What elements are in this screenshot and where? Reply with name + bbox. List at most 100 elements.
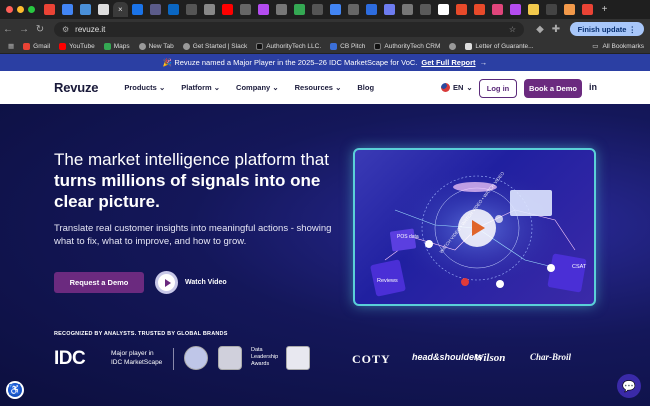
announcement-banner: 🎉 Revuze named a Major Player in the 202… xyxy=(0,54,650,71)
new-tab-button[interactable]: + xyxy=(602,4,608,15)
address-bar[interactable]: ⚙ revuze.it ☆ xyxy=(54,21,524,37)
login-button[interactable]: Log in xyxy=(479,79,517,98)
tab-favicon[interactable] xyxy=(132,4,144,15)
request-demo-button[interactable]: Request a Demo xyxy=(54,272,144,293)
tab-favicon[interactable] xyxy=(240,4,252,15)
bookmark-label: Get Started | Slack xyxy=(192,42,248,50)
hero-subtitle: Translate real customer insights into me… xyxy=(54,223,332,247)
bookmark-gmail[interactable]: Gmail xyxy=(23,42,50,50)
tab-favicon[interactable] xyxy=(312,4,324,15)
tab-close-icon[interactable]: × xyxy=(118,5,123,14)
tab-favicon[interactable] xyxy=(204,4,216,15)
tab-favicon[interactable] xyxy=(564,4,576,15)
tab-favicon[interactable] xyxy=(384,4,396,15)
banner-link[interactable]: Get Full Report xyxy=(421,58,475,67)
coty-logo: COTY xyxy=(352,352,391,366)
watch-video-link[interactable]: Watch Video xyxy=(185,279,227,286)
tab-favicon[interactable] xyxy=(97,4,109,15)
tab-youtube[interactable] xyxy=(222,4,234,15)
tab-favicon[interactable] xyxy=(528,4,540,15)
finish-update-button[interactable]: Finish update ⋮ xyxy=(569,22,644,36)
tab-favicon[interactable] xyxy=(402,4,414,15)
nav-products[interactable]: Products ⌄ xyxy=(124,83,165,92)
zoom-window-button[interactable] xyxy=(28,6,35,13)
divider xyxy=(173,348,174,370)
bookmark-maps[interactable]: Maps xyxy=(103,42,130,50)
award-line: Leadership xyxy=(251,354,279,360)
bookmark-star-icon[interactable]: ☆ xyxy=(509,25,516,34)
tab-favicon[interactable] xyxy=(582,4,594,15)
tab-favicon[interactable] xyxy=(456,4,468,15)
idc-caption: Major player in IDC MarketScape xyxy=(111,350,162,367)
tab-favicon[interactable] xyxy=(474,4,486,15)
tab-favicon[interactable] xyxy=(348,4,360,15)
play-video-button[interactable] xyxy=(155,271,178,294)
nav-resources[interactable]: Resources ⌄ xyxy=(295,83,342,92)
all-bookmarks-button[interactable]: ▭ All Bookmarks xyxy=(592,42,644,51)
idc-logo: IDC xyxy=(54,348,86,369)
tab-favicon[interactable] xyxy=(330,4,342,15)
tab-active-revuze[interactable]: × xyxy=(113,2,128,17)
tab-favicon[interactable] xyxy=(258,4,270,15)
main-nav: Products ⌄ Platform ⌄ Company ⌄ Resource… xyxy=(124,83,374,92)
url-text: revuze.it xyxy=(75,24,106,34)
hero-title: The market intelligence platform that tu… xyxy=(54,149,334,212)
tab-favicon[interactable] xyxy=(438,4,450,15)
hero-title-bold: turns millions of signals into one clear… xyxy=(54,171,321,211)
hero-video-visual[interactable]: POS data Reviews CSAT WATCH VIDEO • WATC… xyxy=(353,148,596,306)
tab-favicon[interactable] xyxy=(420,4,432,15)
bookmark-label: Letter of Guarante... xyxy=(475,42,534,50)
apps-grid-icon[interactable]: ▦ xyxy=(8,42,14,50)
bookmark-slack[interactable]: Get Started | Slack xyxy=(182,42,248,50)
nav-platform[interactable]: Platform ⌄ xyxy=(181,83,220,92)
tab-favicon[interactable] xyxy=(366,4,378,15)
bookmark-label: Maps xyxy=(113,42,130,50)
youtube-icon xyxy=(59,42,67,50)
idc-caption-line: IDC MarketScape xyxy=(111,358,163,366)
back-icon[interactable]: ← xyxy=(0,24,16,35)
arrow-right-icon[interactable]: → xyxy=(480,58,488,67)
visual-label-reviews: Reviews xyxy=(377,278,398,284)
linkedin-icon[interactable]: in xyxy=(589,82,597,92)
accessibility-icon[interactable]: ♿ xyxy=(6,381,24,399)
tab-favicon[interactable] xyxy=(492,4,504,15)
tab-linkedin[interactable] xyxy=(168,4,180,15)
nav-label: Company xyxy=(236,83,271,92)
bookmark-globe[interactable] xyxy=(449,42,457,50)
bookmark-cb-pitch[interactable]: CB Pitch xyxy=(330,42,366,50)
globe-icon xyxy=(182,42,190,50)
bookmark-label: AuthorityTech LLC. xyxy=(266,42,322,50)
tab-favicon[interactable] xyxy=(61,4,73,15)
nav-blog[interactable]: Blog xyxy=(357,83,374,92)
bookmark-authoritytech[interactable]: AuthorityTech LLC. xyxy=(256,42,322,50)
minimize-window-button[interactable] xyxy=(17,6,24,13)
extension-icon[interactable]: ◆ xyxy=(532,24,548,35)
tab-favicon[interactable] xyxy=(546,4,558,15)
forward-icon[interactable]: → xyxy=(16,24,32,35)
bookmark-label: New Tab xyxy=(148,42,174,50)
tab-favicon[interactable] xyxy=(150,4,162,15)
browser-toolbar: ← → ↻ ⚙ revuze.it ☆ ◆ ✚ ● Finish update … xyxy=(0,19,650,39)
tab-favicon[interactable] xyxy=(510,4,522,15)
tab-gmail[interactable] xyxy=(43,4,55,15)
bookmark-authoritytech-crm[interactable]: AuthorityTech CRM xyxy=(374,42,441,50)
extensions-puzzle-icon[interactable]: ✚ xyxy=(548,24,564,35)
chat-icon[interactable]: 💬 xyxy=(617,374,641,398)
site-info-icon[interactable]: ⚙ xyxy=(62,25,69,34)
bookmark-new-tab[interactable]: New Tab xyxy=(138,42,174,50)
language-selector[interactable]: EN ⌄ xyxy=(441,83,473,92)
bookmark-letter[interactable]: Letter of Guarante... xyxy=(465,42,534,50)
bookmark-label: CB Pitch xyxy=(340,42,366,50)
tab-favicon[interactable] xyxy=(79,4,91,15)
close-window-button[interactable] xyxy=(6,6,13,13)
tab-favicon[interactable] xyxy=(186,4,198,15)
reload-icon[interactable]: ↻ xyxy=(32,24,48,35)
tab-favicon[interactable] xyxy=(276,4,288,15)
revuze-logo[interactable]: Revuze xyxy=(54,80,99,95)
book-demo-button[interactable]: Book a Demo xyxy=(524,79,582,98)
nav-company[interactable]: Company ⌄ xyxy=(236,83,279,92)
authoritytech-icon xyxy=(256,42,264,50)
bookmark-youtube[interactable]: YouTube xyxy=(59,42,95,50)
tab-favicon[interactable] xyxy=(294,4,306,15)
bookmark-label: AuthorityTech CRM xyxy=(384,42,441,50)
